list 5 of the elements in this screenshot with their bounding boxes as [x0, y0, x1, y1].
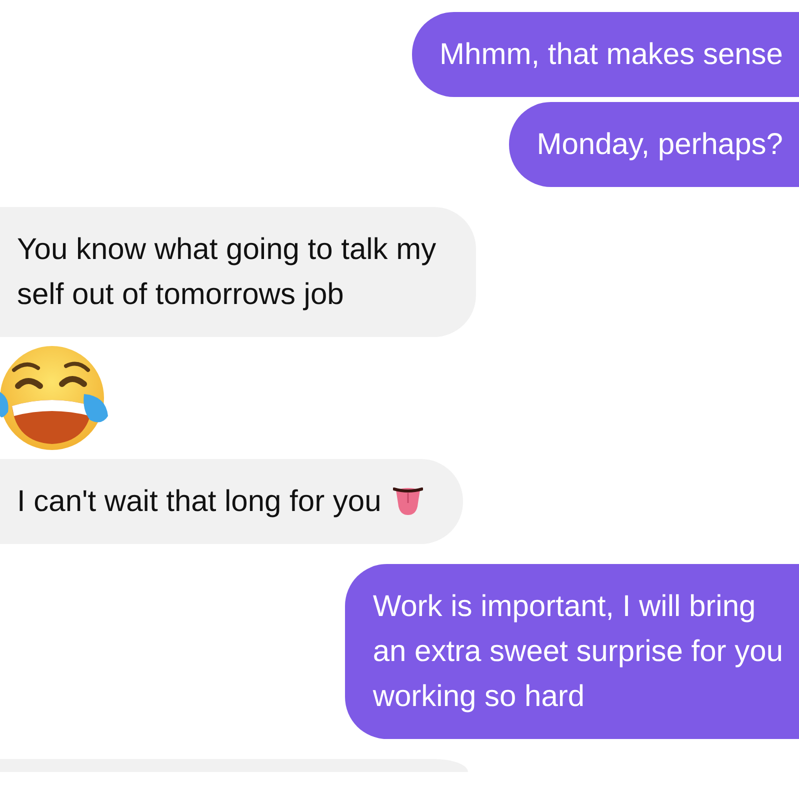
message-text: Monday, perhaps?	[536, 128, 783, 161]
message-text: You know what going to talk my self out of tomorrows job	[17, 233, 436, 311]
message-text: Work is important, I will bring an extra sweet surprise for you working so hard	[372, 590, 783, 713]
message-text: Mhmm, that makes sense	[440, 38, 783, 71]
message-text: I can't wait that long for you	[17, 485, 382, 518]
